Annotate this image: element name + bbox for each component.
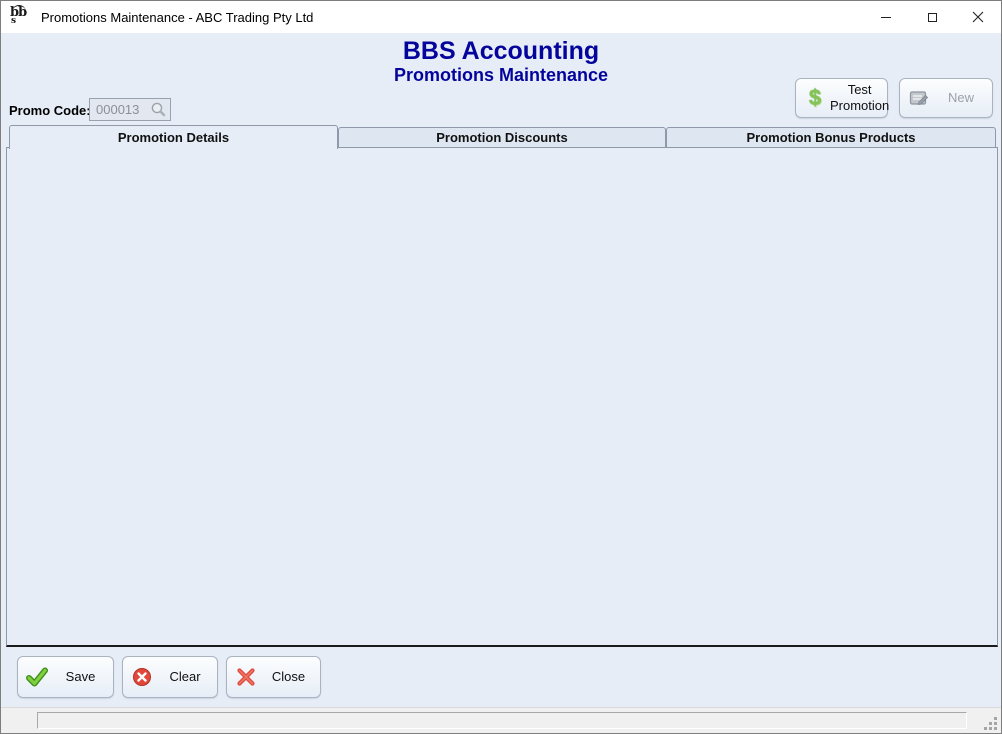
close-button[interactable] — [955, 1, 1001, 33]
status-bar — [1, 707, 1001, 733]
window-title: Promotions Maintenance - ABC Trading Pty… — [41, 10, 313, 25]
promotion-details-panel — [6, 147, 998, 647]
tab-promotion-bonus-products[interactable]: Promotion Bonus Products — [666, 127, 996, 148]
resize-grip[interactable] — [985, 718, 997, 730]
save-button[interactable]: Save — [17, 656, 114, 698]
tab-promotion-discounts[interactable]: Promotion Discounts — [338, 127, 666, 148]
promo-code-field: 000013 — [89, 98, 171, 121]
minimize-button[interactable] — [863, 1, 909, 33]
maximize-button[interactable] — [909, 1, 955, 33]
promo-code-value: 000013 — [90, 102, 150, 117]
clear-button[interactable]: Clear — [122, 656, 218, 698]
minimize-icon — [881, 17, 891, 18]
new-button: New — [899, 78, 993, 118]
test-promotion-button[interactable]: $ Test Promotion — [795, 78, 888, 118]
close-window-button[interactable]: Close — [226, 656, 321, 698]
clear-icon — [131, 667, 153, 687]
status-message-panel — [37, 712, 967, 729]
save-check-icon — [26, 667, 48, 687]
promotions-maintenance-window: bb s Promotions Maintenance - ABC Tradin… — [0, 0, 1002, 734]
tab-promotion-details[interactable]: Promotion Details — [9, 125, 338, 149]
app-title: BBS Accounting — [1, 37, 1001, 66]
app-logo-icon: bb s — [10, 7, 32, 27]
new-record-icon — [908, 89, 930, 107]
dollar-icon: $ — [804, 85, 826, 111]
promo-code-lookup-icon — [150, 101, 167, 118]
close-x-icon — [235, 667, 257, 687]
close-icon — [972, 11, 984, 23]
promo-code-label: Promo Code: — [9, 103, 91, 118]
title-bar[interactable]: bb s Promotions Maintenance - ABC Tradin… — [1, 1, 1001, 33]
maximize-icon — [928, 13, 937, 22]
